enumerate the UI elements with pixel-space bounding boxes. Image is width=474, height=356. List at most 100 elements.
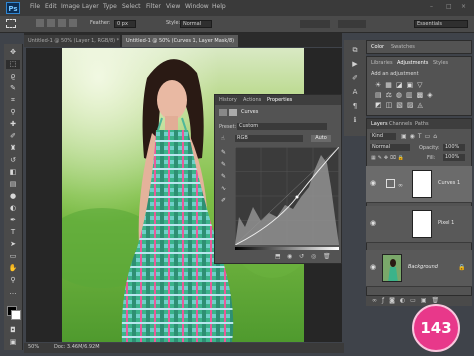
- tab-layers[interactable]: Layers: [371, 121, 388, 127]
- intersect-selection-icon[interactable]: [69, 19, 77, 27]
- tab-channels[interactable]: Channels: [389, 121, 412, 127]
- add-selection-icon[interactable]: [47, 19, 55, 27]
- white-point-eyedropper-icon[interactable]: ✎: [221, 173, 226, 180]
- quick-mask-icon[interactable]: ◘: [6, 326, 20, 335]
- menu-filter[interactable]: Filter: [146, 3, 161, 10]
- layer-name[interactable]: Background: [408, 264, 438, 270]
- tab-paths[interactable]: Paths: [415, 121, 429, 127]
- tab-properties[interactable]: Properties: [267, 97, 292, 103]
- tab-styles[interactable]: Styles: [433, 60, 448, 66]
- more-tools-icon[interactable]: …: [6, 288, 20, 297]
- blur-tool-icon[interactable]: ●: [6, 192, 20, 201]
- visibility-eye-icon[interactable]: ◉: [370, 179, 376, 187]
- layer-filter-select[interactable]: Kind: [370, 133, 396, 140]
- curves-graph[interactable]: [235, 147, 339, 245]
- blend-mode-select[interactable]: Normal: [370, 144, 410, 151]
- delete-icon[interactable]: 🗑: [323, 253, 331, 260]
- close-icon[interactable]: ×: [461, 3, 466, 10]
- link-icon[interactable]: ∞: [398, 182, 403, 189]
- mask-icon[interactable]: [229, 109, 237, 116]
- new-selection-icon[interactable]: [36, 19, 44, 27]
- layer-filter-icons[interactable]: ▣◉T▭⌂: [401, 133, 440, 140]
- brush-tool-icon[interactable]: ✐: [6, 132, 20, 141]
- menu-window[interactable]: Window: [185, 3, 209, 10]
- curve-point-tool-icon[interactable]: ∿: [221, 185, 226, 192]
- gradient-tool-icon[interactable]: ▤: [6, 180, 20, 189]
- reset-icon[interactable]: ↺: [299, 253, 304, 260]
- adjustment-icons-row-2[interactable]: ▤⚖◍▥▩◈: [375, 91, 437, 99]
- menu-type[interactable]: Type: [103, 3, 117, 10]
- visibility-eye-icon[interactable]: ◉: [370, 263, 376, 271]
- tab-layer-1[interactable]: Untitled-1 @ 50% (Layer 1, RGB/8) *: [24, 35, 120, 47]
- character-panel-icon[interactable]: A: [349, 88, 361, 96]
- tab-curves-1[interactable]: Untitled-1 @ 50% (Curves 1, Layer Mask/8…: [122, 35, 238, 56]
- lock-icons[interactable]: ▦✎✥⌧🔒: [371, 155, 406, 161]
- marquee-tool-icon[interactable]: [6, 19, 16, 28]
- layer-row[interactable]: ◉ ∞ Curves 1: [366, 166, 472, 203]
- menu-view[interactable]: View: [166, 3, 180, 10]
- tab-actions[interactable]: Actions: [243, 97, 261, 103]
- workspace-select[interactable]: Essentials: [414, 20, 468, 28]
- type-tool-icon[interactable]: T: [6, 228, 20, 237]
- screen-mode-icon[interactable]: ▣: [6, 338, 20, 347]
- background-color-swatch[interactable]: [11, 310, 21, 320]
- hand-tool-icon[interactable]: ✋: [6, 264, 20, 273]
- layer-row[interactable]: ◉ Background 🔒: [366, 250, 472, 287]
- auto-button[interactable]: Auto: [311, 135, 331, 142]
- move-tool-icon[interactable]: ✥: [6, 48, 20, 57]
- view-previous-icon[interactable]: ◉: [287, 253, 292, 260]
- brushes-panel-icon[interactable]: ✐: [349, 74, 361, 82]
- visibility-icon[interactable]: ◎: [311, 253, 316, 260]
- paragraph-panel-icon[interactable]: ¶: [349, 102, 361, 110]
- lasso-tool-icon[interactable]: ϱ: [6, 72, 20, 81]
- layer-name[interactable]: Pixel 1: [438, 220, 454, 226]
- black-point-eyedropper-icon[interactable]: ✎: [221, 149, 226, 156]
- feather-input[interactable]: 0 px: [114, 20, 136, 28]
- gray-point-eyedropper-icon[interactable]: ✎: [221, 161, 226, 168]
- channel-select[interactable]: RGB: [235, 135, 303, 142]
- tab-adjustments[interactable]: Adjustments: [397, 60, 428, 66]
- menu-file[interactable]: File: [30, 3, 40, 10]
- quick-select-tool-icon[interactable]: ✎: [6, 84, 20, 93]
- history-panel-icon[interactable]: ⧉: [349, 46, 361, 54]
- tab-color[interactable]: Color: [371, 44, 384, 50]
- fill-input[interactable]: 100%: [443, 154, 465, 161]
- shape-tool-icon[interactable]: ▭: [6, 252, 20, 261]
- tab-swatches[interactable]: Swatches: [391, 44, 415, 50]
- style-select[interactable]: Normal: [180, 20, 212, 28]
- history-brush-tool-icon[interactable]: ↺: [6, 156, 20, 165]
- menu-layer[interactable]: Layer: [82, 3, 99, 10]
- layer-name[interactable]: Curves 1: [438, 180, 460, 186]
- adjustment-icons-row-1[interactable]: ☀▦◪▣▽: [375, 81, 427, 89]
- actions-panel-icon[interactable]: ▶: [349, 60, 361, 68]
- maximize-icon[interactable]: □: [446, 3, 452, 10]
- clip-to-layer-icon[interactable]: ⬒: [275, 253, 281, 260]
- width-field[interactable]: [300, 20, 330, 28]
- pencil-tool-icon[interactable]: ✐: [221, 197, 226, 204]
- target-adjustment-icon[interactable]: ☝: [221, 135, 225, 142]
- zoom-tool-icon[interactable]: ⚲: [6, 276, 20, 285]
- zoom-level[interactable]: 50%: [28, 344, 39, 350]
- menu-image[interactable]: Image: [61, 3, 80, 10]
- menu-edit[interactable]: Edit: [45, 3, 57, 10]
- path-selection-tool-icon[interactable]: ➤: [6, 240, 20, 249]
- marquee-tool-icon[interactable]: ⬚: [6, 60, 20, 69]
- clone-stamp-tool-icon[interactable]: ♜: [6, 144, 20, 153]
- menu-help[interactable]: Help: [212, 3, 226, 10]
- layer-row[interactable]: ◉ Pixel 1: [366, 206, 472, 243]
- visibility-eye-icon[interactable]: ◉: [370, 219, 376, 227]
- menu-select[interactable]: Select: [122, 3, 141, 10]
- tab-history[interactable]: History: [219, 97, 237, 103]
- info-panel-icon[interactable]: ℹ: [349, 116, 361, 124]
- pen-tool-icon[interactable]: ✒: [6, 216, 20, 225]
- select-and-mask-button[interactable]: [338, 20, 366, 28]
- preset-select[interactable]: Custom: [237, 123, 327, 130]
- eraser-tool-icon[interactable]: ◧: [6, 168, 20, 177]
- curve-control-point[interactable]: [295, 195, 299, 199]
- healing-brush-tool-icon[interactable]: ✚: [6, 120, 20, 129]
- adjustment-icons-row-3[interactable]: ◩◫▧▨◬: [375, 101, 427, 109]
- layer-footer-icons[interactable]: ∞ƒ◙◐▭▣🗑: [372, 297, 444, 304]
- opacity-input[interactable]: 100%: [443, 144, 465, 151]
- dodge-tool-icon[interactable]: ◐: [6, 204, 20, 213]
- crop-tool-icon[interactable]: ⌗: [6, 96, 20, 105]
